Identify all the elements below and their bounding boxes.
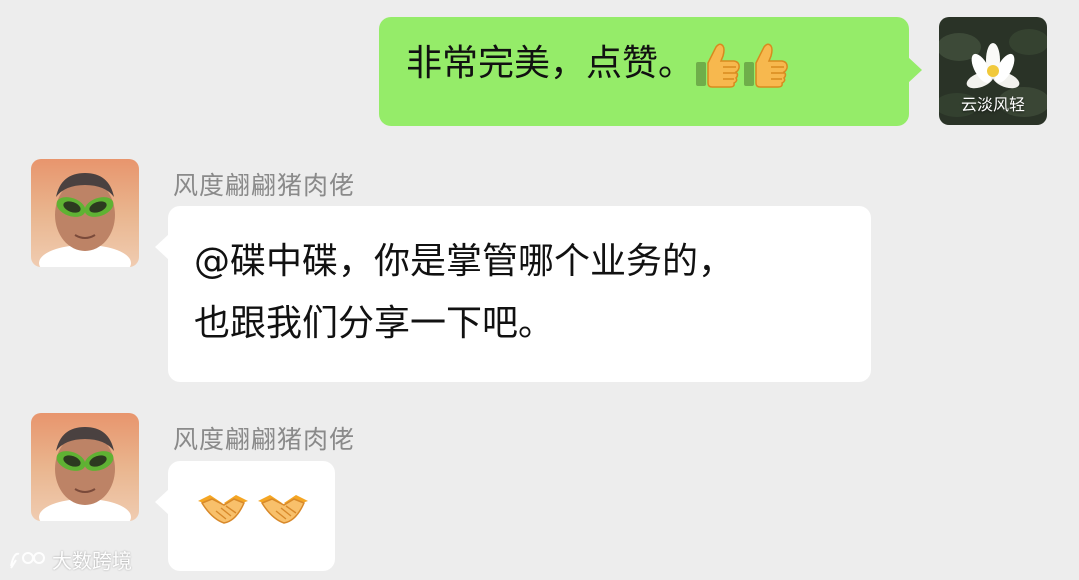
message-text-line: 也跟我们分享一下吧。: [194, 303, 555, 344]
watermark-text: 大数跨境: [52, 549, 132, 573]
handshake-icon: [196, 487, 250, 531]
chat-window: 非常完美，点赞。 云淡风轻 风度翩翩猪肉佬 @碟中碟，你是掌管哪个业务的， 也跟…: [0, 0, 1079, 580]
avatar-other[interactable]: [31, 413, 139, 521]
sender-name: 风度翩翩猪肉佬: [173, 425, 356, 454]
emoji-row: [196, 487, 335, 531]
sender-name: 风度翩翩猪肉佬: [173, 171, 356, 200]
alien-glasses-avatar-image: [31, 413, 139, 521]
message-text-line: @碟中碟，你是掌管哪个业务的，: [194, 241, 735, 282]
message-bubble-other[interactable]: [155, 461, 335, 571]
thumbs-up-icon: [694, 40, 742, 90]
message-text: 非常完美，点赞。: [406, 43, 695, 84]
thumbs-up-icon: [742, 40, 790, 90]
watermark-logo-icon: [10, 551, 45, 569]
handshake-icon: [256, 487, 310, 531]
message-bubble-other[interactable]: @碟中碟，你是掌管哪个业务的， 也跟我们分享一下吧。: [155, 206, 871, 382]
avatar-other[interactable]: [31, 159, 139, 267]
alien-glasses-avatar-image: [31, 159, 139, 267]
avatar-self[interactable]: 云淡风轻: [939, 17, 1047, 125]
watermark: 大数跨境: [8, 545, 132, 574]
avatar-caption: 云淡风轻: [960, 95, 1025, 114]
message-bubble-self[interactable]: 非常完美，点赞。: [379, 17, 922, 126]
